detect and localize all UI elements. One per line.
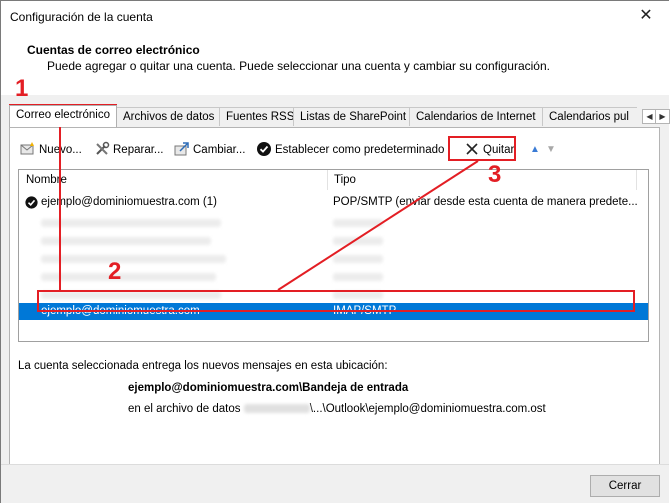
annotation-step-2: 2 [108,258,122,285]
annotation-lines [59,127,479,291]
annotation-step-1: 1 [15,75,29,102]
tab-email[interactable]: Correo electrónico [9,105,117,127]
annotation-step-3: 3 [488,161,502,188]
